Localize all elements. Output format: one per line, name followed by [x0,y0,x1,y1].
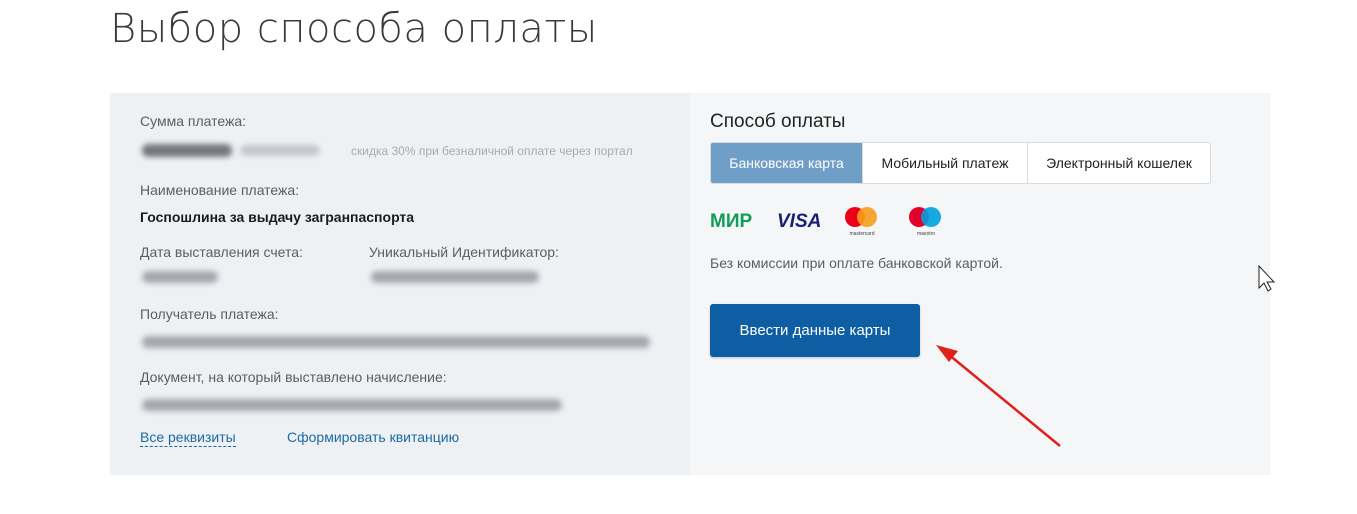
enter-card-details-button[interactable]: Ввести данные карты [710,304,920,357]
visa-logo-icon: VISA [777,209,825,238]
document-label: Документ, на который выставлено начислен… [140,369,447,385]
payment-method-panel: Способ оплаты Банковская карта Мобильный… [690,93,1270,475]
payment-details-panel: Сумма платежа: скидка 30% при безналично… [110,93,690,475]
mastercard-logo-icon: mastercard [843,205,881,242]
maestro-logo-icon: maestro [907,205,945,242]
amount-value-redacted [142,144,232,157]
tab-e-wallet[interactable]: Электронный кошелек [1028,143,1210,183]
maestro-logo-text: maestro [917,231,935,237]
document-value-redacted [142,399,562,411]
invoice-date-value-redacted [142,271,218,283]
visa-logo-text: VISA [777,211,821,232]
payment-method-title: Способ оплаты [710,111,846,132]
discount-note: скидка 30% при безналичной оплате через … [351,144,633,158]
all-details-link[interactable]: Все реквизиты [140,429,236,447]
invoice-date-label: Дата выставления счета: [140,244,303,260]
recipient-label: Получатель платежа: [140,306,279,322]
payment-card: Сумма платежа: скидка 30% при безналично… [110,93,1270,475]
mir-logo-text: МИР [710,211,752,232]
recipient-value-redacted [142,336,650,348]
unique-id-value-redacted [371,271,539,283]
amount-old-value-redacted [240,145,320,156]
tab-bank-card[interactable]: Банковская карта [711,143,863,183]
mir-logo-icon: МИР [710,209,760,238]
mastercard-logo-text: mastercard [849,231,874,237]
form-receipt-link[interactable]: Сформировать квитанцию [287,429,459,445]
payment-name-label: Наименование платежа: [140,182,300,198]
payment-name-value: Госпошлина за выдачу загранпаспорта [140,209,415,225]
amount-label: Сумма платежа: [140,113,247,129]
page-title: Выбор способа оплаты [110,6,598,52]
no-fee-note: Без комиссии при оплате банковской карто… [710,255,1003,271]
payment-method-tabs: Банковская карта Мобильный платеж Электр… [710,142,1211,184]
unique-id-label: Уникальный Идентификатор: [369,244,559,260]
tab-mobile-payment[interactable]: Мобильный платеж [863,143,1028,183]
